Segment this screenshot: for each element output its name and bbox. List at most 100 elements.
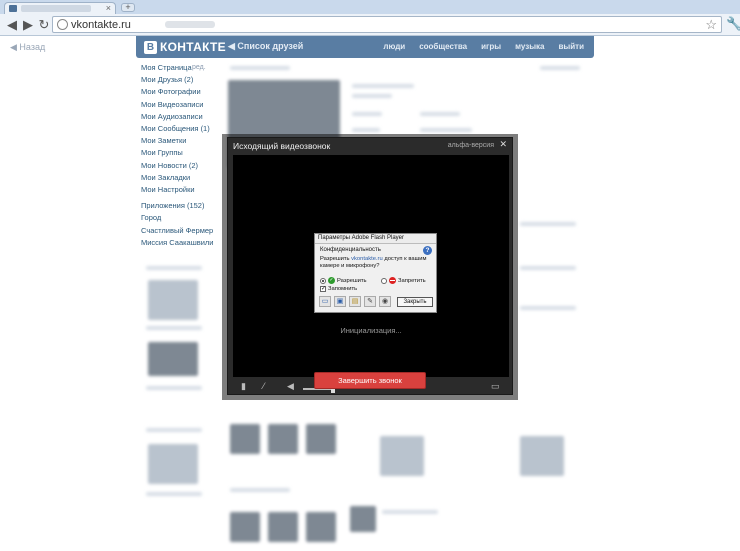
blurred-wall-image xyxy=(380,436,424,476)
menu-applications[interactable]: Приложения (152) xyxy=(141,200,221,212)
menu-app-farmer[interactable]: Счастливый Фермер xyxy=(141,225,221,237)
speaker-icon[interactable]: ◀ xyxy=(287,381,294,392)
menu-my-groups[interactable]: Мои Группы xyxy=(141,147,221,159)
blurred-sidebar-text xyxy=(146,386,202,390)
blurred-text-line xyxy=(352,94,392,98)
checkmark-icon: ✓ xyxy=(328,277,335,284)
blurred-text-line xyxy=(352,84,414,88)
help-icon[interactable]: ? xyxy=(423,246,432,255)
microphone-tab-icon[interactable]: ✎ xyxy=(364,296,376,307)
remember-option[interactable]: ✓ Запомнить xyxy=(320,286,357,292)
video-call-dialog: Исходящий видеозвонок альфа-версия ✕ Ини… xyxy=(227,137,513,395)
privacy-heading: Конфиденциальность xyxy=(320,247,381,253)
camera-tab-icon[interactable]: ◉ xyxy=(379,296,391,307)
privacy-tab-icon[interactable]: ▣ xyxy=(334,296,346,307)
blurred-text-line xyxy=(420,112,460,116)
blurred-friend-photo xyxy=(306,424,336,454)
blurred-friend-photo xyxy=(230,512,260,542)
blurred-sidebar-image xyxy=(148,444,198,484)
nav-communities[interactable]: сообщества xyxy=(419,42,467,51)
vk-logo[interactable]: В КОНТАКТЕ xyxy=(144,39,226,55)
bookmark-star-icon[interactable]: ☆ xyxy=(705,17,717,32)
flash-settings-tabs: ▭ ▣ ▤ ✎ ◉ xyxy=(319,296,391,307)
nav-logout[interactable]: выйти xyxy=(558,42,584,51)
blurred-sidebar-text xyxy=(146,428,202,432)
blurred-text-line xyxy=(230,488,290,492)
access-question-host: vkontakte.ru xyxy=(351,256,383,262)
back-link[interactable]: ◀ Назад xyxy=(10,42,45,53)
allow-label: Разрешить xyxy=(337,277,367,284)
menu-my-audio[interactable]: Мои Аудиозаписи xyxy=(141,111,221,123)
initialization-status: Инициализация... xyxy=(340,326,402,335)
blurred-friend-photo xyxy=(268,512,298,542)
deny-option[interactable]: Запретить xyxy=(381,277,426,284)
flash-settings-title: Параметры Adobe Flash Player xyxy=(315,234,436,244)
blurred-text-line xyxy=(520,222,576,226)
menu-app-city[interactable]: Город xyxy=(141,212,221,224)
nav-music[interactable]: музыка xyxy=(515,42,544,51)
blurred-text-line xyxy=(352,112,382,116)
blurred-wall-avatar xyxy=(350,506,376,532)
menu-my-settings[interactable]: Мои Настройки xyxy=(141,184,221,196)
fullscreen-icon[interactable]: ▭ xyxy=(491,381,500,392)
vk-logo-letter: В xyxy=(144,40,157,54)
forward-arrow-icon[interactable]: ▶ xyxy=(20,17,36,33)
nav-people[interactable]: люди xyxy=(383,42,405,51)
menu-my-page[interactable]: Моя Страница xyxy=(141,62,221,74)
url-blurred-part xyxy=(165,21,215,28)
flash-settings-panel: Параметры Adobe Flash Player Конфиденциа… xyxy=(314,233,437,313)
tab-strip: × + xyxy=(0,0,740,14)
blurred-wall-image xyxy=(520,436,564,476)
menu-my-photos[interactable]: Мои Фотографии xyxy=(141,86,221,98)
blurred-text-line xyxy=(520,266,576,270)
video-area: Инициализация... Параметры Adobe Flash P… xyxy=(233,155,509,377)
wrench-icon[interactable]: 🔧 xyxy=(726,16,740,32)
display-tab-icon[interactable]: ▭ xyxy=(319,296,331,307)
blurred-sidebar-image xyxy=(148,342,198,376)
blurred-name xyxy=(230,66,290,70)
reload-icon[interactable]: ↻ xyxy=(36,17,52,33)
address-bar[interactable]: vkontakte.ru ☆ xyxy=(52,16,722,33)
menu-my-friends[interactable]: Мои Друзья (2) xyxy=(141,74,221,86)
browser-toolbar: ◀ ▶ ↻ vkontakte.ru ☆ 🔧 xyxy=(0,14,740,36)
blurred-status xyxy=(540,66,580,70)
tab-title-blurred xyxy=(21,5,91,12)
remember-checkbox[interactable]: ✓ xyxy=(320,286,326,292)
blurred-text-line xyxy=(420,128,472,132)
deny-radio[interactable] xyxy=(381,277,387,284)
address-url: vkontakte.ru xyxy=(71,19,131,31)
allow-option[interactable]: ✓ Разрешить xyxy=(320,277,367,284)
access-question-prefix: Разрешить xyxy=(320,256,352,262)
close-icon[interactable]: ✕ xyxy=(499,139,507,150)
menu-my-bookmarks[interactable]: Мои Закладки xyxy=(141,172,221,184)
microphone-icon[interactable]: ▮ xyxy=(241,381,246,392)
blurred-friend-photo xyxy=(230,424,260,454)
back-arrow-icon[interactable]: ◀ xyxy=(4,17,20,33)
flash-close-button[interactable]: Закрыть xyxy=(397,297,433,307)
menu-app-mission[interactable]: Миссия Саакашвили xyxy=(141,237,221,249)
blurred-friend-photo xyxy=(306,512,336,542)
blurred-text-line xyxy=(520,306,576,310)
camera-off-icon[interactable]: ⁄ xyxy=(263,381,265,391)
storage-tab-icon[interactable]: ▤ xyxy=(349,296,361,307)
menu-my-notes[interactable]: Мои Заметки xyxy=(141,135,221,147)
top-navigation: люди сообщества игры музыка выйти xyxy=(383,42,584,51)
menu-my-news[interactable]: Мои Новости (2) xyxy=(141,160,221,172)
friends-list-link[interactable]: ◀ Список друзей xyxy=(228,41,303,52)
tab-close-icon[interactable]: × xyxy=(106,3,111,13)
stop-icon xyxy=(389,277,396,284)
access-question: Разрешить vkontakte.ru доступ к вашим ка… xyxy=(320,256,432,270)
alpha-version-label: альфа-версия xyxy=(447,142,494,149)
browser-tab[interactable]: × xyxy=(4,2,116,14)
menu-my-videos[interactable]: Мои Видеозаписи xyxy=(141,99,221,111)
new-tab-button[interactable]: + xyxy=(121,3,135,12)
left-menu: Моя Страница Мои Друзья (2) Мои Фотограф… xyxy=(141,62,221,249)
call-dialog-title: Исходящий видеозвонок xyxy=(233,141,331,151)
end-call-button[interactable]: Завершить звонок xyxy=(314,372,426,389)
allow-radio[interactable] xyxy=(320,277,326,284)
blurred-sidebar-text xyxy=(146,492,202,496)
menu-my-messages[interactable]: Мои Сообщения (1) xyxy=(141,123,221,135)
blurred-friend-photo xyxy=(268,424,298,454)
vk-header: В КОНТАКТЕ ◀ Список друзей люди сообщест… xyxy=(136,36,594,58)
nav-games[interactable]: игры xyxy=(481,42,501,51)
